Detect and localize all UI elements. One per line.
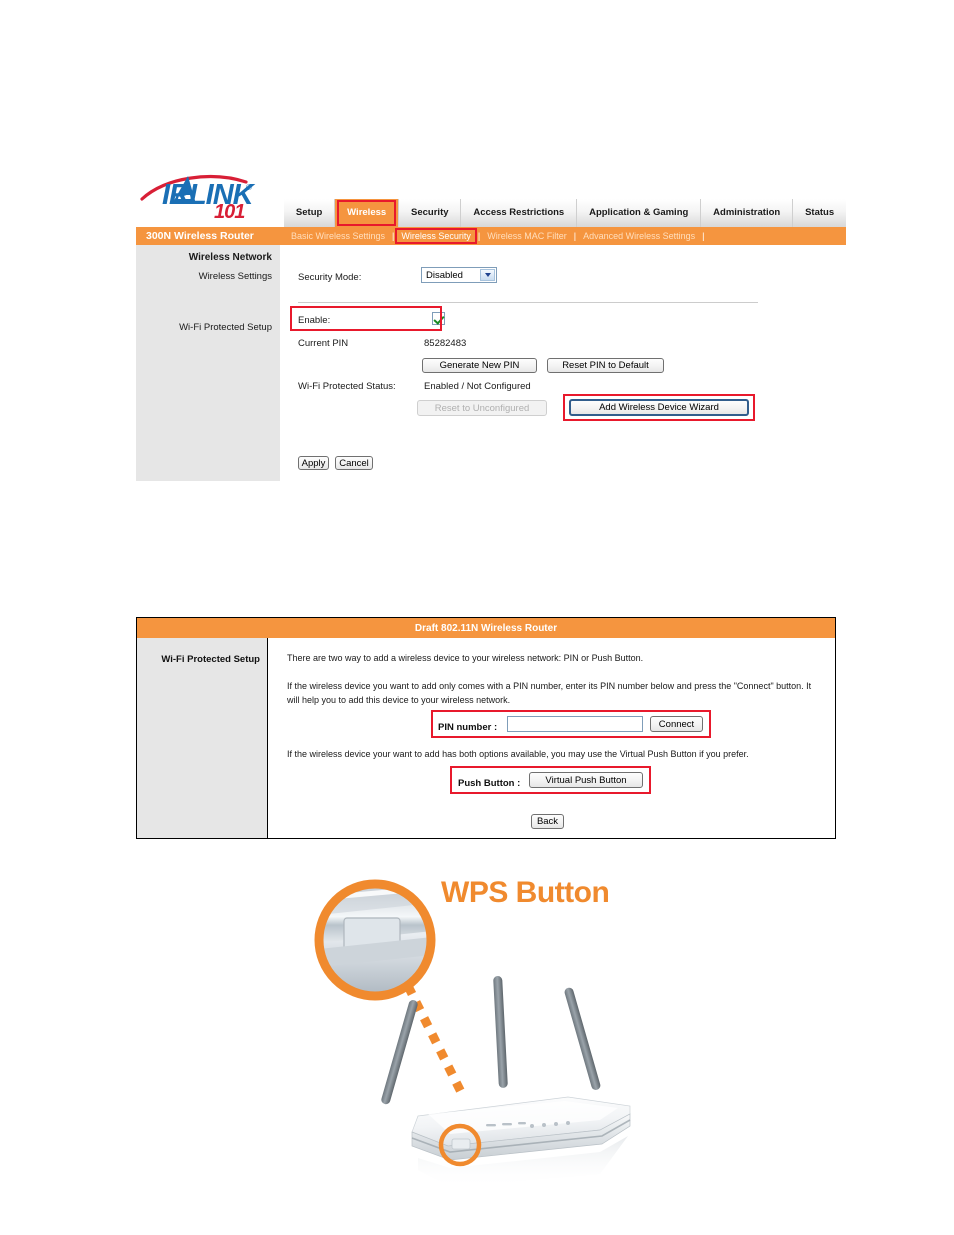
router-model-label: 300N Wireless Router bbox=[146, 230, 254, 242]
reset-pin-to-default-button[interactable]: Reset PIN to Default bbox=[547, 358, 664, 373]
push-button-label: Push Button : bbox=[458, 778, 521, 789]
tab-label: Security bbox=[411, 207, 449, 219]
pin-number-label: PIN number : bbox=[438, 722, 498, 733]
back-button[interactable]: Back bbox=[531, 814, 564, 829]
sidebar-item-wireless-settings: Wireless Settings bbox=[198, 271, 272, 282]
subnav-label: Wireless MAC Filter bbox=[487, 231, 567, 241]
pin-number-field[interactable] bbox=[508, 720, 642, 735]
tab-status[interactable]: Status bbox=[793, 199, 847, 227]
security-mode-label: Security Mode: bbox=[298, 272, 362, 283]
tab-administration[interactable]: Administration bbox=[701, 199, 794, 227]
tab-security[interactable]: Security bbox=[399, 199, 462, 227]
router-antennas bbox=[381, 976, 601, 1105]
subnav-label: Basic Wireless Settings bbox=[291, 231, 386, 241]
tab-setup[interactable]: Setup bbox=[284, 199, 336, 227]
tab-label: Application & Gaming bbox=[589, 207, 689, 219]
wizard-title-bar: Draft 802.11N Wireless Router bbox=[137, 618, 835, 638]
subnav-item-basic-wireless-settings[interactable]: Basic Wireless Settings bbox=[284, 231, 392, 241]
registered-mark-icon: ® bbox=[246, 183, 252, 192]
subnav-item-advanced-wireless-settings[interactable]: Advanced Wireless Settings bbox=[576, 231, 702, 241]
main-tabs: Setup Wireless Security Access Restricti… bbox=[284, 199, 847, 229]
subnav-item-wireless-security[interactable]: Wireless Security bbox=[394, 228, 478, 244]
wps-button-illustration: WPS Button bbox=[300, 858, 690, 1188]
wps-button-caption: WPS Button bbox=[441, 876, 610, 909]
airlink-logo: AIRLINK ® 101 bbox=[136, 171, 284, 227]
tab-application-gaming[interactable]: Application & Gaming bbox=[577, 199, 702, 227]
router-body bbox=[411, 1096, 631, 1188]
sidebar-item-wifi-protected-setup: Wi-Fi Protected Setup bbox=[179, 322, 272, 333]
wizard-sidebar: Wi-Fi Protected Setup bbox=[137, 638, 268, 838]
current-pin-value: 85282483 bbox=[424, 338, 467, 349]
tab-label: Setup bbox=[295, 207, 323, 219]
wizard-content: There are two way to add a wireless devi… bbox=[268, 638, 835, 838]
panel1-body: Wireless Network Wireless Settings Wi-Fi… bbox=[136, 245, 846, 481]
cancel-button[interactable]: Cancel bbox=[335, 456, 373, 470]
tab-wireless[interactable]: Wireless bbox=[335, 199, 400, 227]
add-wireless-device-wizard-button[interactable]: Add Wireless Device Wizard bbox=[569, 399, 749, 416]
form-divider bbox=[298, 302, 758, 303]
virtual-push-button[interactable]: Virtual Push Button bbox=[529, 772, 643, 788]
subnav-label: Advanced Wireless Settings bbox=[583, 231, 696, 241]
panel1-form: Security Mode: Disabled Enable: Current … bbox=[280, 245, 846, 481]
wps-status-label: Wi-Fi Protected Status: bbox=[298, 381, 396, 392]
subnav-item-wireless-mac-filter[interactable]: Wireless MAC Filter bbox=[480, 231, 574, 241]
subnav-wireless-security-highlight-box bbox=[395, 228, 477, 244]
tab-wireless-highlight-box bbox=[337, 200, 397, 226]
current-pin-label: Current PIN bbox=[298, 338, 349, 349]
tab-label: Administration bbox=[713, 207, 781, 219]
reset-to-unconfigured-button: Reset to Unconfigured bbox=[417, 400, 547, 416]
enable-checkbox[interactable] bbox=[432, 312, 445, 325]
tab-label: Access Restrictions bbox=[473, 207, 565, 219]
apply-button[interactable]: Apply bbox=[298, 456, 329, 470]
logo-model: 101 bbox=[214, 201, 245, 223]
panel1-sidebar: Wireless Network Wireless Settings Wi-Fi… bbox=[136, 245, 280, 481]
wps-button-on-router bbox=[451, 1138, 471, 1150]
wps-button-magnifier-callout bbox=[314, 879, 436, 1001]
wizard-paragraph-2: If the wireless device you want to add o… bbox=[287, 681, 812, 705]
wps-wizard-screenshot: Draft 802.11N Wireless Router Wi-Fi Prot… bbox=[136, 617, 836, 839]
router-admin-screenshot: AIRLINK ® 101 Setup Wireless Security Ac… bbox=[136, 171, 847, 481]
sidebar-heading: Wireless Network bbox=[188, 252, 272, 263]
generate-new-pin-button[interactable]: Generate New PIN bbox=[422, 358, 537, 373]
connect-button[interactable]: Connect bbox=[650, 716, 703, 732]
security-mode-select[interactable]: Disabled bbox=[421, 267, 497, 283]
wizard-paragraph-1: There are two way to add a wireless devi… bbox=[287, 653, 644, 663]
wizard-paragraph-3: If the wireless device your want to add … bbox=[287, 749, 749, 759]
subnav-separator: | bbox=[702, 231, 705, 241]
sub-navigation-bar: 300N Wireless Router Basic Wireless Sett… bbox=[136, 227, 846, 245]
chevron-down-icon[interactable] bbox=[480, 269, 495, 281]
enable-label: Enable: bbox=[298, 315, 331, 326]
tab-label: Status bbox=[805, 207, 835, 219]
sub-navigation-items: Basic Wireless Settings | Wireless Secur… bbox=[284, 228, 705, 244]
tab-access-restrictions[interactable]: Access Restrictions bbox=[461, 199, 578, 227]
wizard-section-label: Wi-Fi Protected Setup bbox=[161, 654, 260, 665]
pin-number-input[interactable] bbox=[507, 716, 643, 735]
security-mode-value: Disabled bbox=[426, 269, 463, 281]
wizard-body: Wi-Fi Protected Setup There are two way … bbox=[137, 638, 835, 838]
wps-status-value: Enabled / Not Configured bbox=[424, 381, 531, 392]
